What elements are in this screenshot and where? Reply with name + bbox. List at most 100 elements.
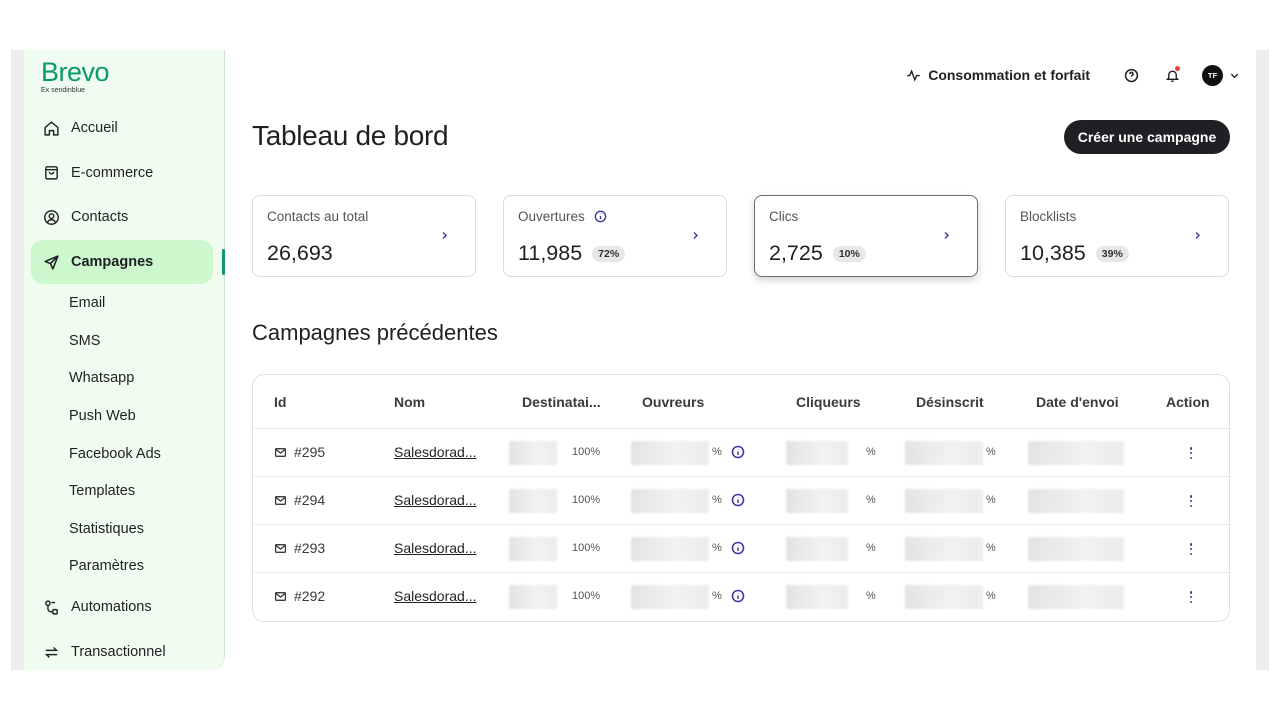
redacted-value — [905, 537, 983, 561]
info-icon[interactable] — [731, 493, 745, 507]
redacted-value — [786, 489, 848, 513]
campaign-id: #294 — [274, 492, 325, 508]
campaign-id: #293 — [274, 540, 325, 556]
create-campaign-button[interactable]: Créer une campagne — [1064, 120, 1230, 154]
column-header-date-envoi[interactable]: Date d'envoi — [1036, 394, 1119, 410]
help-icon[interactable] — [1120, 64, 1142, 86]
unsubscribe-percent: % — [986, 542, 996, 554]
sidebar-subitem-templates[interactable]: Templates — [24, 472, 225, 510]
redacted-value — [631, 585, 709, 609]
stat-label: Clics — [769, 209, 798, 224]
sidebar-subitem-push-web[interactable]: Push Web — [24, 397, 225, 435]
activity-icon — [907, 68, 920, 82]
sidebar-item-campagnes[interactable]: Campagnes — [31, 239, 225, 285]
logo-wordmark: Brevo — [41, 57, 110, 87]
stat-card-blocklists[interactable]: Blocklists 10,385 39% — [1005, 195, 1229, 277]
opens-percent: % — [712, 542, 722, 554]
envelope-icon — [274, 447, 287, 457]
table-row[interactable]: #292 Salesdorad... 100% % % % — [253, 573, 1229, 621]
stat-value: 26,693 — [267, 241, 333, 266]
stat-label: Ouvertures — [518, 209, 607, 224]
sidebar-item-automations[interactable]: Automations — [24, 585, 225, 630]
redacted-value — [631, 489, 709, 513]
stat-value-text: 11,985 — [518, 241, 583, 265]
section-title-campagnes: Campagnes précédentes — [252, 320, 498, 345]
table-row[interactable]: #293 Salesdorad... 100% % % % — [253, 525, 1229, 573]
percentage-badge: 39% — [1095, 245, 1129, 262]
table-row[interactable]: #294 Salesdorad... 100% % % % — [253, 477, 1229, 525]
sidebar-subitem-statistiques[interactable]: Statistiques — [24, 510, 225, 548]
column-header-destinataires[interactable]: Destinatai... — [522, 394, 601, 410]
redacted-value — [509, 537, 557, 561]
sidebar: Brevo Ex sendinblue Accueil E-commerce C… — [24, 50, 225, 670]
redacted-date — [1028, 537, 1124, 561]
redacted-value — [905, 585, 983, 609]
redacted-value — [631, 537, 709, 561]
more-actions-icon[interactable] — [1188, 540, 1194, 558]
sidebar-item-accueil[interactable]: Accueil — [24, 106, 225, 151]
sidebar-subitem-whatsapp[interactable]: Whatsapp — [24, 360, 225, 398]
campaign-id-text: #294 — [294, 492, 326, 508]
info-icon[interactable] — [731, 589, 745, 603]
info-icon[interactable] — [594, 210, 607, 223]
notification-dot — [1175, 66, 1180, 71]
opens-percent: % — [712, 590, 722, 602]
more-actions-icon[interactable] — [1188, 588, 1194, 606]
automation-icon — [42, 598, 60, 616]
stat-label-text: Ouvertures — [518, 209, 585, 224]
more-actions-icon[interactable] — [1188, 444, 1194, 462]
campaign-id-text: #293 — [294, 540, 326, 556]
chevron-down-icon[interactable] — [1229, 70, 1240, 81]
column-header-desinscrit[interactable]: Désinscrit — [916, 394, 984, 410]
brevo-logo[interactable]: Brevo Ex sendinblue — [41, 57, 110, 94]
sidebar-item-label: Automations — [71, 599, 152, 616]
page-title: Tableau de bord — [252, 120, 449, 151]
consumption-link[interactable]: Consommation et forfait — [906, 67, 1090, 83]
percentage-badge: 10% — [832, 245, 866, 262]
chevron-right-icon — [691, 230, 700, 241]
unsubscribe-percent: % — [986, 446, 996, 458]
shopping-bag-icon — [42, 164, 60, 182]
table-row[interactable]: #295 Salesdorad... 100% % % % — [253, 429, 1229, 477]
info-icon[interactable] — [731, 541, 745, 555]
sidebar-subitem-sms[interactable]: SMS — [24, 322, 225, 360]
column-header-nom[interactable]: Nom — [394, 394, 425, 410]
home-icon — [42, 119, 60, 137]
sidebar-subitem-parametres[interactable]: Paramètres — [24, 548, 225, 586]
redacted-date — [1028, 585, 1124, 609]
redacted-value — [509, 585, 557, 609]
campaign-name-link[interactable]: Salesdorad... — [394, 492, 477, 508]
stat-card-ouvertures[interactable]: Ouvertures 11,985 72% — [503, 195, 727, 277]
redacted-value — [509, 489, 557, 513]
avatar[interactable]: TF — [1202, 64, 1223, 86]
sidebar-subitem-email[interactable]: Email — [24, 284, 225, 322]
stat-card-clics[interactable]: Clics 2,725 10% — [754, 195, 978, 277]
envelope-icon — [274, 495, 287, 505]
more-actions-icon[interactable] — [1188, 492, 1194, 510]
campaign-id-text: #295 — [294, 444, 326, 460]
bell-icon[interactable] — [1161, 64, 1183, 86]
column-header-cliqueurs[interactable]: Cliqueurs — [796, 394, 861, 410]
campaign-name-link[interactable]: Salesdorad... — [394, 588, 477, 604]
column-header-ouvreurs[interactable]: Ouvreurs — [642, 394, 704, 410]
stat-value-text: 2,725 — [769, 241, 823, 265]
redacted-value — [786, 585, 848, 609]
info-icon[interactable] — [731, 445, 745, 459]
redacted-value — [786, 441, 848, 465]
sidebar-item-transactionnel[interactable]: Transactionnel — [24, 630, 225, 670]
campaign-name-text: Salesdorad... — [394, 444, 477, 460]
campaign-name-link[interactable]: Salesdorad... — [394, 540, 477, 556]
redacted-value — [905, 441, 983, 465]
campaign-name-link[interactable]: Salesdorad... — [394, 444, 477, 460]
clicks-percent: % — [866, 542, 876, 554]
sidebar-item-ecommerce[interactable]: E-commerce — [24, 151, 225, 196]
sidebar-subitem-facebook-ads[interactable]: Facebook Ads — [24, 435, 225, 473]
redacted-value — [786, 537, 848, 561]
campaign-name-text: Salesdorad... — [394, 588, 477, 604]
stat-card-contacts[interactable]: Contacts au total 26,693 — [252, 195, 476, 277]
recipients-percent: 100% — [572, 542, 601, 554]
sidebar-item-contacts[interactable]: Contacts — [24, 195, 225, 240]
stat-value: 10,385 39% — [1020, 241, 1129, 266]
app-window: Brevo Ex sendinblue Accueil E-commerce C… — [24, 50, 1256, 670]
column-header-id[interactable]: Id — [274, 394, 286, 410]
